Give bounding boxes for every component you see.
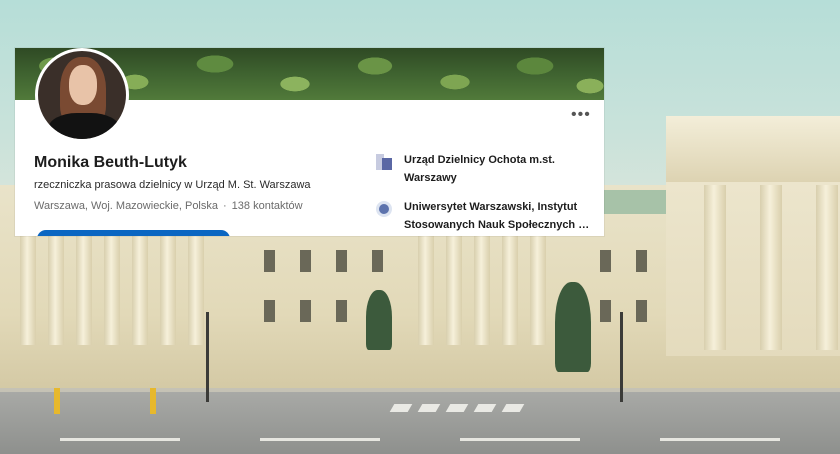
column: [160, 235, 176, 345]
profile-card: ••• Monika Beuth-Lutyk rzeczniczka praso…: [15, 48, 604, 236]
column: [816, 185, 838, 350]
profile-location: Warszawa, Woj. Mazowieckie, Polska: [34, 200, 218, 212]
window: [372, 250, 383, 272]
portico-pediment: [666, 116, 840, 182]
school-name-line1: Uniwersytet Warszawski, Instytut: [404, 201, 578, 213]
bollard: [54, 388, 60, 414]
primary-action-button[interactable]: [37, 230, 230, 236]
window: [636, 250, 647, 272]
column: [446, 235, 462, 345]
window: [300, 300, 311, 322]
company-name: Urząd Dzielnicy Ochota m.st. Warszawy: [404, 154, 555, 184]
window: [264, 250, 275, 272]
connections-link[interactable]: 138 kontaktów: [232, 200, 303, 212]
window: [600, 250, 611, 272]
lane-marking: [660, 438, 780, 441]
window: [600, 300, 611, 322]
school-name: Uniwersytet Warszawski, Instytut Stosowa…: [404, 198, 590, 234]
window: [636, 300, 647, 322]
column: [104, 235, 120, 345]
lane-marking: [60, 438, 180, 441]
lane-marking: [260, 438, 380, 441]
tree: [366, 290, 392, 350]
column: [760, 185, 782, 350]
tree: [555, 282, 591, 372]
profile-name: Monika Beuth-Lutyk: [34, 154, 187, 171]
street-lamp: [620, 312, 623, 402]
column: [418, 235, 434, 345]
window: [336, 250, 347, 272]
column: [76, 235, 92, 345]
separator: ·: [223, 200, 227, 212]
bollard: [150, 388, 156, 414]
education-item[interactable]: Uniwersytet Warszawski, Instytut Stosowa…: [376, 198, 598, 234]
school-name-line2: Stosowanych Nauk Społecznych (ISNS): [404, 219, 590, 231]
avatar[interactable]: [35, 48, 129, 142]
column: [704, 185, 726, 350]
column: [474, 235, 490, 345]
column: [132, 235, 148, 345]
column: [48, 235, 64, 345]
column: [530, 235, 546, 345]
column: [502, 235, 518, 345]
column: [188, 235, 204, 345]
road: [0, 392, 840, 454]
lane-marking: [460, 438, 580, 441]
more-horizontal-icon[interactable]: •••: [571, 107, 591, 123]
profile-headline: rzeczniczka prasowa dzielnicy w Urząd M.…: [34, 179, 311, 191]
street-lamp: [206, 312, 209, 402]
school-logo-icon: [376, 201, 392, 217]
window: [336, 300, 347, 322]
experience-item[interactable]: Urząd Dzielnicy Ochota m.st. Warszawy: [376, 151, 598, 187]
company-logo-icon: [376, 154, 392, 170]
window: [264, 300, 275, 322]
avatar-face: [69, 65, 97, 105]
column: [20, 235, 36, 345]
profile-location-line: Warszawa, Woj. Mazowieckie, Polska · 138 k…: [34, 200, 303, 212]
window: [300, 250, 311, 272]
avatar-shoulders: [48, 113, 120, 139]
